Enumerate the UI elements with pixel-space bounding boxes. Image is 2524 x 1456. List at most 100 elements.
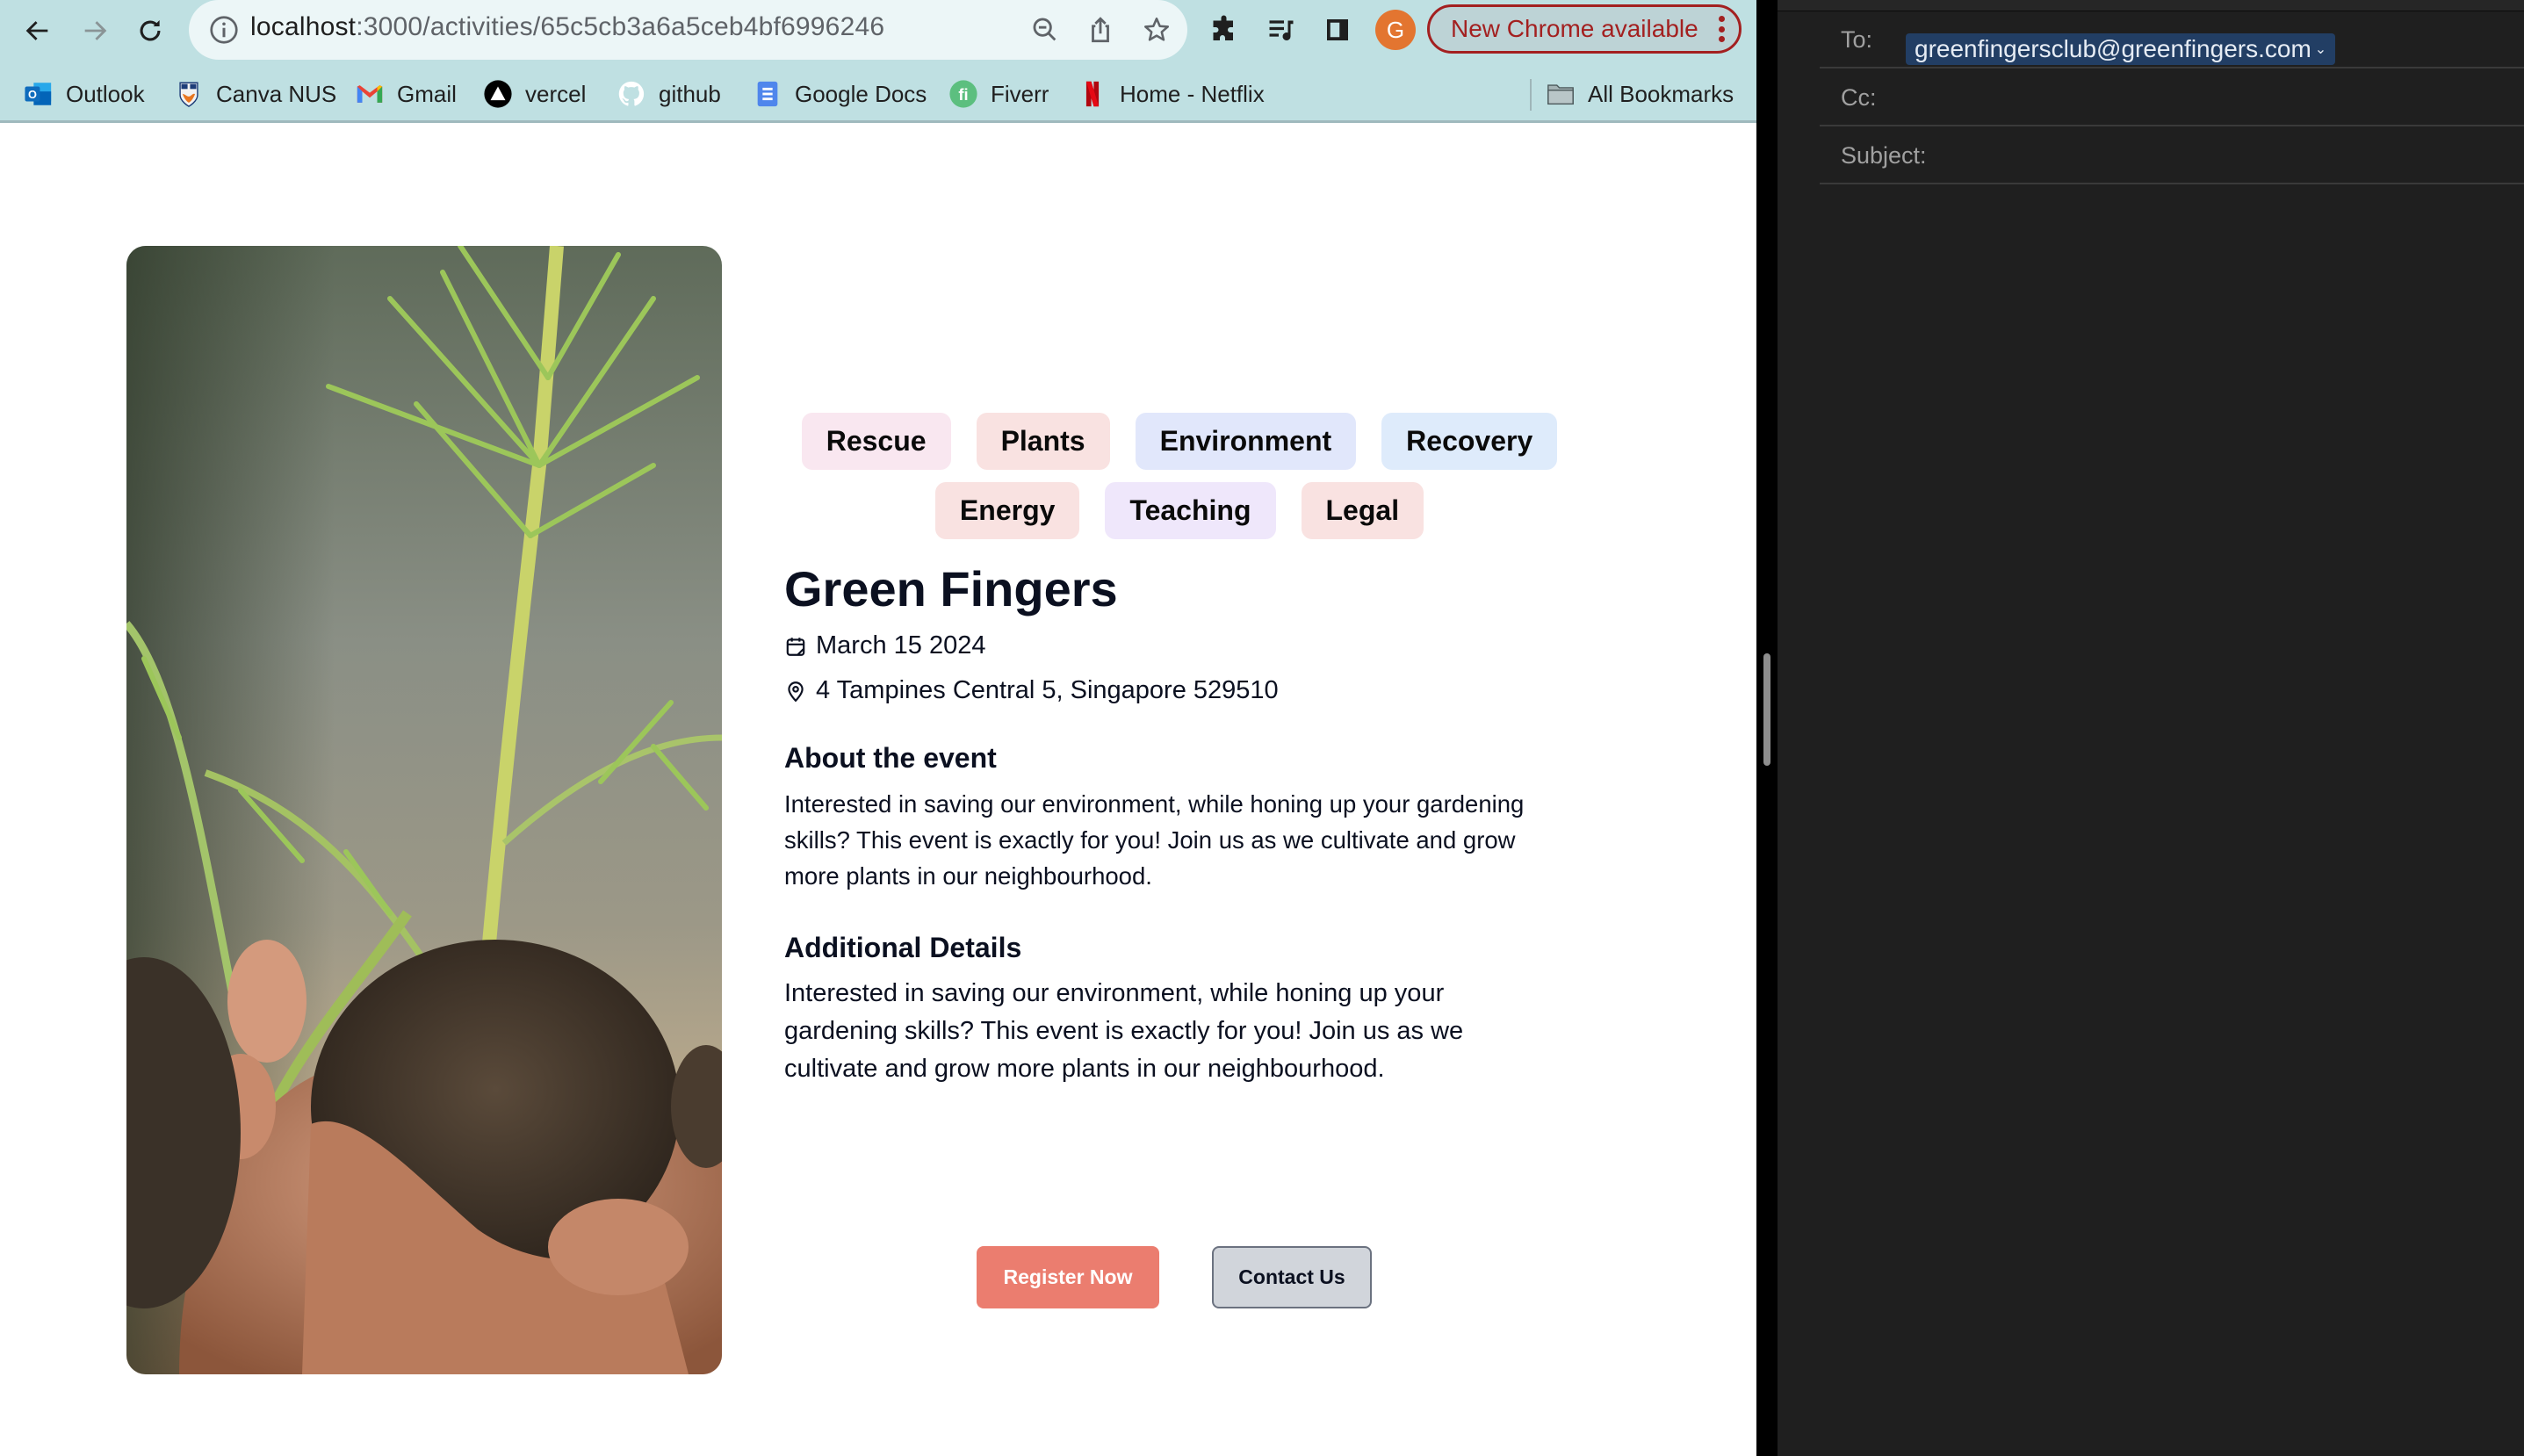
profile-avatar[interactable]: G	[1375, 10, 1416, 50]
netflix-icon	[1078, 79, 1107, 109]
browser-toolbar: localhost:3000/activities/65c5cb3a6a5ceb…	[0, 0, 1756, 123]
event-date-text: March 15 2024	[816, 631, 986, 660]
bookmark-vercel[interactable]: vercel	[483, 72, 586, 116]
to-label: To:	[1841, 26, 1873, 53]
outlook-icon: O	[24, 79, 54, 109]
about-text: Interested in saving our environment, wh…	[784, 790, 1525, 890]
to-recipient-address: greenfingersclub@greenfingers.com	[1915, 35, 2311, 62]
browser-window: localhost:3000/activities/65c5cb3a6a5ceb…	[0, 0, 1756, 1456]
register-now-button[interactable]: Register Now	[977, 1246, 1159, 1308]
bookmark-fiverr[interactable]: fi Fiverr	[948, 72, 1049, 116]
reload-icon	[140, 19, 161, 41]
event-date: March 15 2024	[784, 631, 985, 660]
tag-teaching[interactable]: Teaching	[1105, 482, 1276, 539]
tag-energy[interactable]: Energy	[934, 482, 1080, 539]
mail-compose-window: To: greenfingersclub@greenfingers.com ⌄ …	[1778, 0, 2524, 1456]
message-body[interactable]	[1820, 193, 2524, 1440]
reload-button[interactable]	[128, 9, 172, 53]
bookmark-google-docs[interactable]: Google Docs	[753, 72, 927, 116]
extensions-button[interactable]	[1206, 11, 1244, 49]
bookmarks-divider	[1530, 79, 1532, 111]
arrow-right-icon	[84, 21, 107, 40]
map-pin-icon	[788, 681, 804, 702]
chevron-down-icon: ⌄	[2314, 42, 2327, 57]
event-page: Rescue Plants Environment Recovery Energ…	[0, 123, 1756, 1456]
seedling-photo	[126, 246, 722, 1374]
svg-text:O: O	[28, 88, 37, 101]
google-docs-icon	[753, 79, 782, 109]
additional-details-heading: Additional Details	[784, 932, 1022, 963]
zoom-button[interactable]	[1028, 12, 1063, 47]
github-icon	[617, 79, 646, 109]
star-icon	[1143, 17, 1170, 41]
divider-handle[interactable]	[1763, 653, 1770, 766]
split-view-divider[interactable]	[1756, 0, 1778, 1456]
new-chrome-available-button[interactable]: New Chrome available	[1427, 4, 1742, 54]
bookmark-github[interactable]: github	[617, 72, 721, 116]
url-text[interactable]: localhost:3000/activities/65c5cb3a6a5ceb…	[250, 12, 884, 42]
share-button[interactable]	[1083, 12, 1118, 47]
bookmark-label: Fiverr	[991, 80, 1049, 107]
to-row: To: greenfingersclub@greenfingers.com ⌄	[1820, 11, 2524, 68]
bookmark-label: Google Docs	[795, 80, 927, 107]
bookmark-netflix[interactable]: Home - Netflix	[1078, 72, 1265, 116]
gmail-icon	[355, 79, 385, 109]
cc-row: Cc:	[1820, 68, 2524, 126]
side-panel-icon	[1327, 19, 1348, 40]
tag-row-1: Rescue Plants Environment Recovery	[784, 413, 1575, 470]
back-button[interactable]	[16, 9, 60, 53]
event-location: 4 Tampines Central 5, Singapore 529510	[784, 676, 1279, 705]
side-panel-button[interactable]	[1318, 11, 1357, 49]
bookmark-label: Outlook	[66, 80, 145, 107]
bookmark-outlook[interactable]: O Outlook	[24, 72, 145, 116]
all-bookmarks-button[interactable]: All Bookmarks	[1546, 72, 1734, 116]
additional-details-text: Interested in saving our environment, wh…	[784, 979, 1464, 1083]
bookmarks-bar: O Outlook Canva NUS Gmail vercel github	[0, 72, 1756, 116]
bookmark-star-button[interactable]	[1139, 12, 1174, 47]
about-heading: About the event	[784, 742, 997, 774]
contact-us-button[interactable]: Contact Us	[1212, 1246, 1372, 1308]
nus-crest-icon	[174, 79, 204, 109]
url-path: :3000/activities/65c5cb3a6a5ceb4bf699624…	[356, 12, 885, 41]
tag-rescue[interactable]: Rescue	[801, 413, 951, 470]
folder-icon	[1546, 79, 1576, 109]
subject-label: Subject:	[1841, 142, 1927, 169]
zoom-out-icon	[1033, 18, 1056, 41]
calendar-icon	[786, 637, 805, 656]
all-bookmarks-label: All Bookmarks	[1588, 80, 1734, 107]
to-recipient-chip[interactable]: greenfingersclub@greenfingers.com ⌄	[1906, 33, 2336, 65]
arrow-left-icon	[25, 21, 48, 40]
fiverr-icon: fi	[948, 79, 978, 109]
bookmark-label: vercel	[525, 80, 587, 107]
bookmark-gmail[interactable]: Gmail	[355, 72, 457, 116]
bookmark-canva-nus[interactable]: Canva NUS	[174, 72, 336, 116]
subject-row: Subject:	[1820, 126, 2524, 184]
tag-plants[interactable]: Plants	[976, 413, 1110, 470]
bookmark-label: github	[659, 80, 721, 107]
cc-input[interactable]	[1892, 77, 2510, 114]
site-info-icon[interactable]	[208, 14, 240, 46]
bookmark-label: Home - Netflix	[1120, 80, 1265, 107]
bookmark-label: Gmail	[397, 80, 457, 107]
tag-environment[interactable]: Environment	[1135, 413, 1357, 470]
update-label: New Chrome available	[1451, 15, 1698, 42]
vercel-icon	[483, 79, 513, 109]
tag-recovery[interactable]: Recovery	[1381, 413, 1558, 470]
url-host: localhost	[250, 12, 357, 41]
bookmark-label: Canva NUS	[216, 80, 337, 107]
tag-row-2: Energy Teaching Legal	[784, 482, 1575, 539]
share-icon	[1092, 17, 1109, 43]
queue-music-icon	[1269, 20, 1294, 41]
svg-text:fi: fi	[958, 85, 968, 104]
event-image	[126, 246, 722, 1374]
kebab-menu-icon[interactable]	[1718, 16, 1725, 42]
event-title: Green Fingers	[784, 561, 1118, 616]
media-controls-button[interactable]	[1262, 11, 1301, 49]
address-bar[interactable]: localhost:3000/activities/65c5cb3a6a5ceb…	[189, 0, 1187, 60]
forward-button[interactable]	[73, 9, 117, 53]
event-location-text: 4 Tampines Central 5, Singapore 529510	[816, 676, 1279, 704]
subject-input[interactable]	[1943, 135, 2508, 172]
puzzle-piece-icon	[1213, 15, 1233, 40]
tag-legal[interactable]: Legal	[1301, 482, 1424, 539]
cc-label: Cc:	[1841, 84, 1877, 111]
